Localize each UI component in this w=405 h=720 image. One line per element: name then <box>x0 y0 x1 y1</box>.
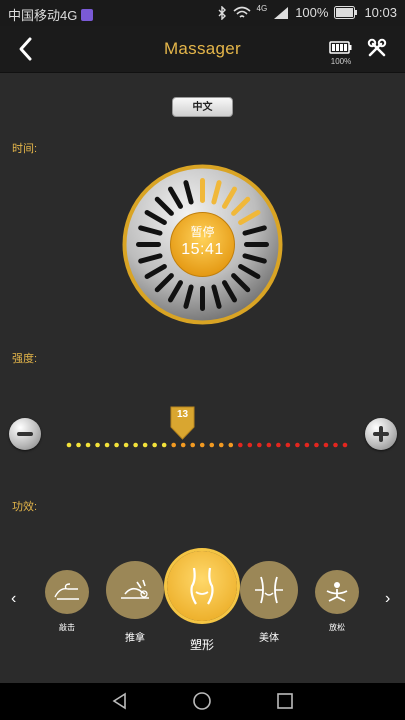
mode-waist-label: 美体 <box>259 633 279 644</box>
intensity-dot <box>228 442 234 448</box>
intensity-dot <box>180 442 186 448</box>
clock: 10:03 <box>364 5 397 20</box>
waist-icon <box>255 576 283 604</box>
mode-knock-button[interactable] <box>45 570 89 614</box>
language-toggle-button[interactable]: 中文 <box>172 97 233 117</box>
intensity-dot <box>114 442 119 448</box>
intensity-dot <box>95 442 100 448</box>
nav-home-icon[interactable] <box>192 691 212 711</box>
status-right: 4G 100% 10:03 <box>217 4 397 20</box>
mode-massage-label: 推拿 <box>125 633 145 644</box>
intensity-dot <box>257 442 262 448</box>
intensity-dot <box>76 442 81 448</box>
intensity-dot <box>123 442 129 448</box>
battery-icon <box>334 6 358 19</box>
signal-icon <box>274 6 289 19</box>
intensity-track[interactable] <box>66 442 348 448</box>
system-nav-bar <box>0 683 405 720</box>
mode-prev-arrow[interactable]: ‹ <box>11 590 16 608</box>
relax-icon <box>326 582 348 602</box>
intensity-dot <box>238 442 243 448</box>
intensity-label: 强度: <box>12 353 38 365</box>
status-bar: 中国移动4G 4G 100% 10:03 <box>0 0 405 26</box>
intensity-dot <box>218 442 224 448</box>
timer-remaining: 15:41 <box>181 241 224 258</box>
intensity-dot <box>190 442 196 448</box>
body-shape-icon <box>190 567 214 605</box>
intensity-dot <box>104 442 110 448</box>
intensity-dot <box>199 442 205 448</box>
intensity-dot <box>209 442 215 448</box>
carrier-text: 中国移动4G <box>8 8 78 23</box>
mode-body-shape-label: 塑形 <box>189 638 214 652</box>
intensity-dot <box>304 442 310 448</box>
network-type: 4G <box>256 4 268 13</box>
intensity-dot <box>285 442 291 448</box>
function-label: 功效: <box>12 501 38 513</box>
nav-recents-icon[interactable] <box>275 691 295 711</box>
tools-icon[interactable] <box>367 38 387 58</box>
intensity-dot <box>266 442 272 448</box>
bluetooth-icon <box>218 5 226 20</box>
increase-intensity-button[interactable] <box>365 418 397 450</box>
intensity-dot <box>133 442 138 448</box>
intensity-dot <box>295 442 300 448</box>
time-label: 时间: <box>12 143 38 155</box>
mode-massage-button[interactable] <box>106 561 164 619</box>
intensity-value: 13 <box>176 409 189 420</box>
intensity-dot <box>333 442 338 448</box>
intensity-dot <box>323 442 329 448</box>
mode-next-arrow[interactable]: › <box>385 590 390 608</box>
intensity-dot <box>66 442 72 448</box>
wifi-icon <box>233 6 251 18</box>
timer-dial[interactable]: 暂停 15:41 <box>121 163 284 326</box>
intensity-dot <box>314 442 319 448</box>
intensity-dot <box>85 442 91 448</box>
decrease-intensity-button[interactable] <box>9 418 41 450</box>
intensity-dot <box>152 442 157 448</box>
device-battery-label: 100% <box>330 57 352 66</box>
intensity-dot <box>276 442 281 448</box>
massage-icon <box>121 579 149 599</box>
sim-icon <box>81 8 94 21</box>
intensity-dot <box>171 442 176 448</box>
timer-state: 暂停 <box>190 225 215 239</box>
mode-relax-label: 放松 <box>329 623 345 632</box>
intensity-dot <box>247 442 253 448</box>
mode-knock-label: 敲击 <box>59 623 75 632</box>
nav-back-icon[interactable] <box>110 691 130 711</box>
mode-waist-button[interactable] <box>240 561 298 619</box>
status-left: 中国移动4G <box>8 5 94 24</box>
intensity-dot <box>142 442 148 448</box>
mode-relax-button[interactable] <box>315 570 359 614</box>
mode-body-shape-button[interactable] <box>167 551 237 621</box>
intensity-dot <box>342 442 348 448</box>
battery-percent: 100% <box>295 5 329 20</box>
intensity-dot <box>161 442 167 448</box>
knock-icon <box>54 583 79 600</box>
